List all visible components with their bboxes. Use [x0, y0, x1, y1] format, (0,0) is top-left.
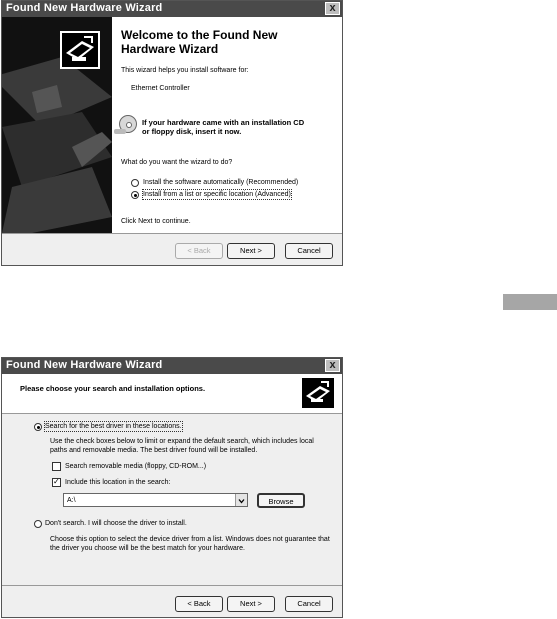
location-combobox[interactable]: A:\	[63, 493, 248, 507]
option-install-auto-label: Install the software automatically (Reco…	[143, 179, 299, 186]
cancel-button[interactable]: Cancel	[285, 596, 333, 612]
search-description-line1: Use the check boxes below to limit or ex…	[50, 438, 314, 445]
welcome-wizard-window: Found New Hardware Wizard x Welcome to t…	[1, 0, 343, 266]
dont-search-description-line1: Choose this option to select the device …	[50, 536, 330, 543]
removable-media-checkbox[interactable]	[52, 462, 61, 471]
page-heading: Please choose your search and installati…	[20, 384, 206, 393]
include-location-label: Include this location in the search:	[65, 479, 171, 486]
hand-icon	[114, 129, 126, 134]
back-button[interactable]: < Back	[175, 596, 223, 612]
hardware-icon	[302, 378, 334, 408]
removable-media-option[interactable]: Search removable media (floppy, CD-ROM..…	[52, 462, 252, 472]
hardware-icon	[60, 31, 100, 69]
cd-notice-line2: or floppy disk, insert it now.	[142, 127, 242, 136]
radio-search[interactable]	[34, 423, 42, 431]
cd-notice-line1: If your hardware came with an installati…	[142, 118, 305, 127]
dropdown-arrow[interactable]	[235, 494, 247, 506]
cancel-button[interactable]: Cancel	[285, 243, 333, 259]
button-divider	[2, 233, 342, 234]
device-name: Ethernet Controller	[131, 85, 190, 92]
intro-text: This wizard helps you install software f…	[121, 67, 249, 74]
button-divider	[2, 585, 342, 586]
close-button[interactable]: x	[325, 359, 340, 372]
back-button[interactable]: < Back	[175, 243, 223, 259]
search-option-label: Search for the best driver in these loca…	[44, 421, 183, 432]
include-location-checkbox[interactable]	[52, 476, 61, 487]
next-button[interactable]: Next >	[227, 596, 275, 612]
window-title: Found New Hardware Wizard	[6, 2, 163, 14]
header-panel: Please choose your search and installati…	[2, 374, 342, 414]
next-button[interactable]: Next >	[227, 243, 275, 259]
removable-media-label: Search removable media (floppy, CD-ROM..…	[65, 463, 207, 470]
welcome-heading-line2: Hardware Wizard	[121, 42, 219, 56]
close-button[interactable]: x	[325, 2, 340, 15]
radio-dont-search[interactable]	[34, 520, 42, 528]
include-location-option[interactable]: Include this location in the search:	[52, 476, 252, 488]
window-title: Found New Hardware Wizard	[6, 359, 163, 371]
option-install-list[interactable]: Install from a list or specific location…	[131, 189, 336, 200]
side-tab-marker	[503, 294, 557, 310]
welcome-content: Welcome to the Found New Hardware Wizard…	[112, 17, 342, 233]
search-option[interactable]: Search for the best driver in these loca…	[34, 421, 324, 432]
dont-search-description-line2: the driver you choose will be the best m…	[50, 545, 245, 552]
continue-text: Click Next to continue.	[121, 218, 191, 225]
welcome-heading-line1: Welcome to the Found New	[121, 28, 278, 42]
location-value: A:\	[67, 497, 76, 504]
title-bar: Found New Hardware Wizard x	[2, 1, 342, 17]
radio-install-list[interactable]	[131, 191, 139, 199]
browse-button[interactable]: Browse	[257, 493, 305, 508]
dont-search-label: Don't search. I will choose the driver t…	[45, 520, 187, 527]
search-options-window: Found New Hardware Wizard x Please choos…	[1, 357, 343, 618]
title-bar: Found New Hardware Wizard x	[2, 358, 342, 374]
question-text: What do you want the wizard to do?	[121, 159, 233, 166]
search-description-line2: paths and removable media. The best driv…	[50, 447, 258, 454]
option-install-list-label: Install from a list or specific location…	[142, 189, 292, 200]
dont-search-option[interactable]: Don't search. I will choose the driver t…	[34, 519, 324, 529]
wizard-side-graphic	[2, 17, 112, 233]
radio-install-auto[interactable]	[131, 179, 139, 187]
option-install-auto[interactable]: Install the software automatically (Reco…	[131, 178, 336, 188]
chevron-down-icon	[238, 499, 245, 504]
